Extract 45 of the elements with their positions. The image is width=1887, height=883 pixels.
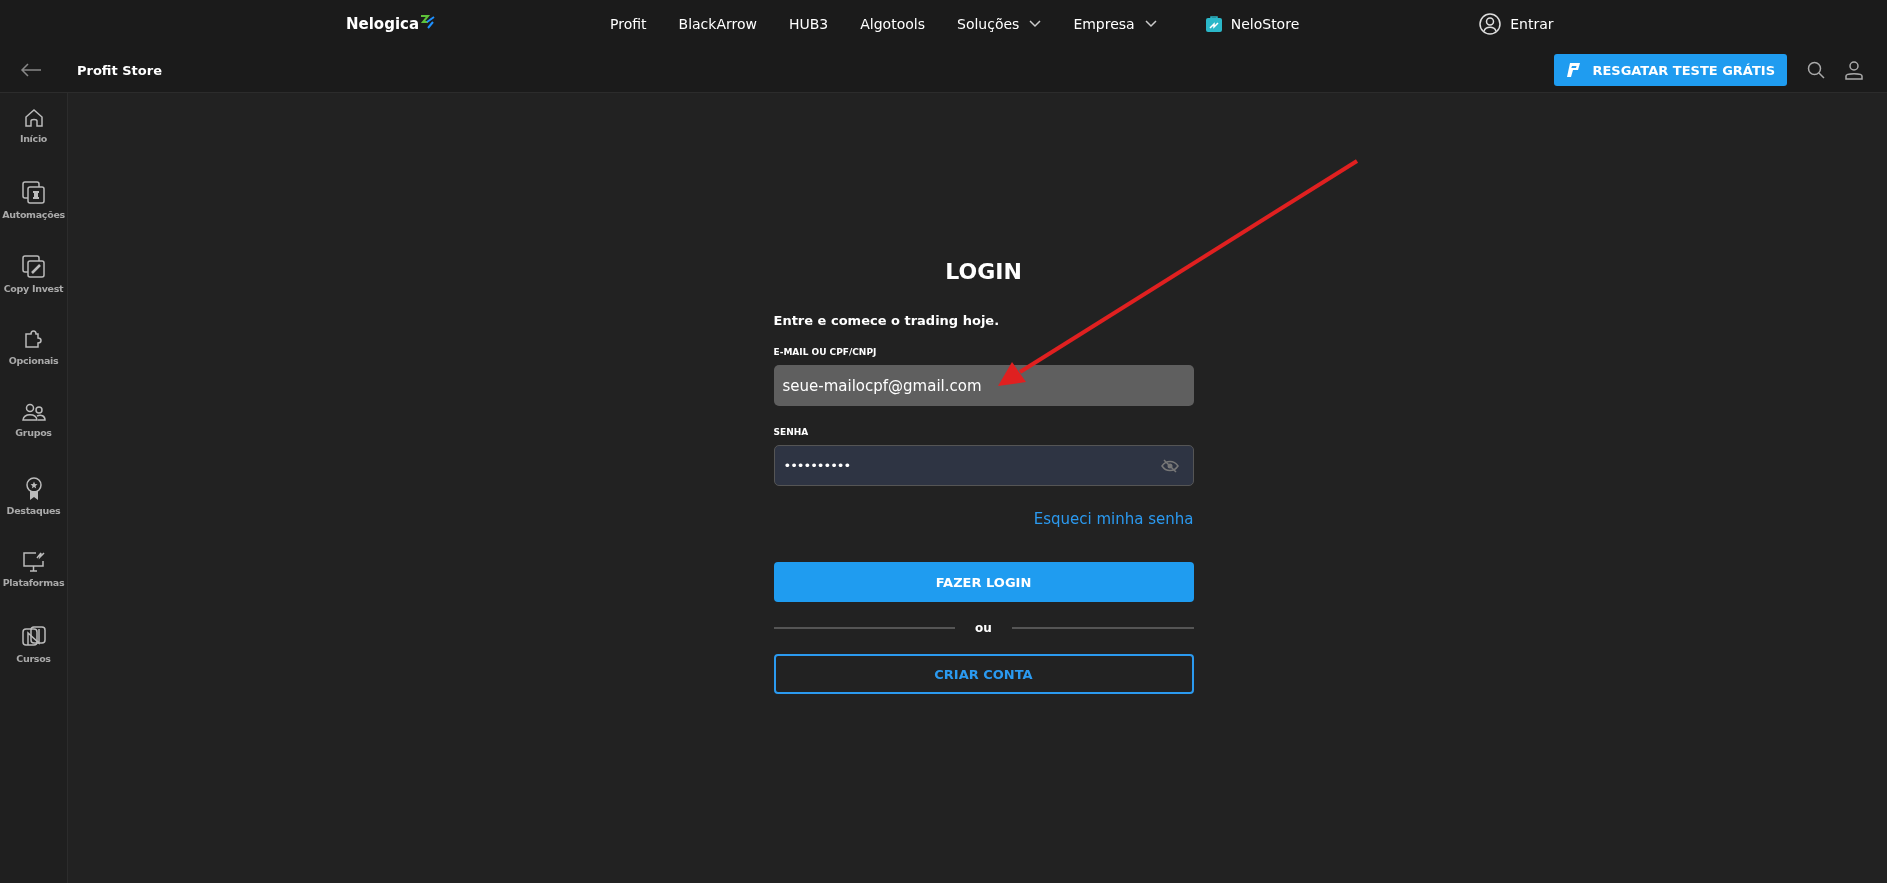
stacked-cards-icon xyxy=(21,255,46,279)
people-icon xyxy=(21,403,46,423)
nav-link[interactable]: Algotools xyxy=(860,16,925,32)
nav-link[interactable]: Soluções xyxy=(957,16,1042,32)
user-icon[interactable] xyxy=(1845,60,1863,80)
nav-link[interactable]: Empresa xyxy=(1073,16,1157,32)
sidebar-item[interactable]: Plataformas xyxy=(0,551,67,603)
login-subtitle: Entre e comece o trading hoje. xyxy=(773,313,1001,328)
sidebar-item[interactable]: Automações xyxy=(0,181,67,233)
password-label: SENHA xyxy=(773,427,810,437)
shopping-bag-icon xyxy=(1204,15,1223,33)
overlapping-squares-icon xyxy=(21,625,46,649)
award-ribbon-icon xyxy=(23,477,44,501)
divider-text: ou xyxy=(975,621,992,635)
chevron-down-icon xyxy=(1029,20,1042,28)
sidebar-item[interactable]: Cursos xyxy=(0,625,67,677)
login-title: LOGIN xyxy=(944,259,1023,284)
sidebar-item[interactable]: Destaques xyxy=(0,477,67,529)
user-circle-icon xyxy=(1479,13,1502,35)
back-arrow-icon[interactable] xyxy=(20,63,42,77)
email-field[interactable]: seue-mailocpf@gmail.com xyxy=(773,365,1194,406)
email-label: E-MAIL OU CPF/CNPJ xyxy=(773,347,878,357)
monitor-icon xyxy=(21,551,46,573)
bolt-icon xyxy=(419,15,436,29)
nav-link[interactable]: BlackArrow xyxy=(678,16,757,32)
home-icon xyxy=(22,107,45,129)
nelogica-logo[interactable]: Nelogica xyxy=(346,15,610,33)
puzzle-piece-icon xyxy=(22,329,45,351)
chess-rook-icon xyxy=(21,181,46,205)
nav-link[interactable]: HUB3 xyxy=(788,16,829,32)
password-field[interactable]: •••••••••• xyxy=(773,445,1194,486)
forgot-password-link[interactable]: Esqueci minha senha xyxy=(1033,510,1194,528)
sidebar-item[interactable]: Grupos xyxy=(0,403,67,455)
sidebar-item[interactable]: Opcionais xyxy=(0,329,67,381)
chevron-down-icon xyxy=(1144,20,1157,28)
page-title: Profit Store xyxy=(77,62,162,78)
store-link[interactable]: NeloStore xyxy=(1204,15,1300,33)
nav-link[interactable]: Profit xyxy=(610,16,647,32)
sign-in-link[interactable]: Entrar xyxy=(1479,13,1554,35)
search-icon[interactable] xyxy=(1807,61,1825,79)
eye-slash-icon[interactable] xyxy=(1160,458,1179,473)
create-account-button[interactable]: CRIAR CONTA xyxy=(773,654,1194,694)
sidebar-item[interactable]: Copy Invest xyxy=(0,255,67,307)
logo-text: Nelogica xyxy=(346,15,420,33)
sidebar-item[interactable]: Início xyxy=(0,107,67,159)
